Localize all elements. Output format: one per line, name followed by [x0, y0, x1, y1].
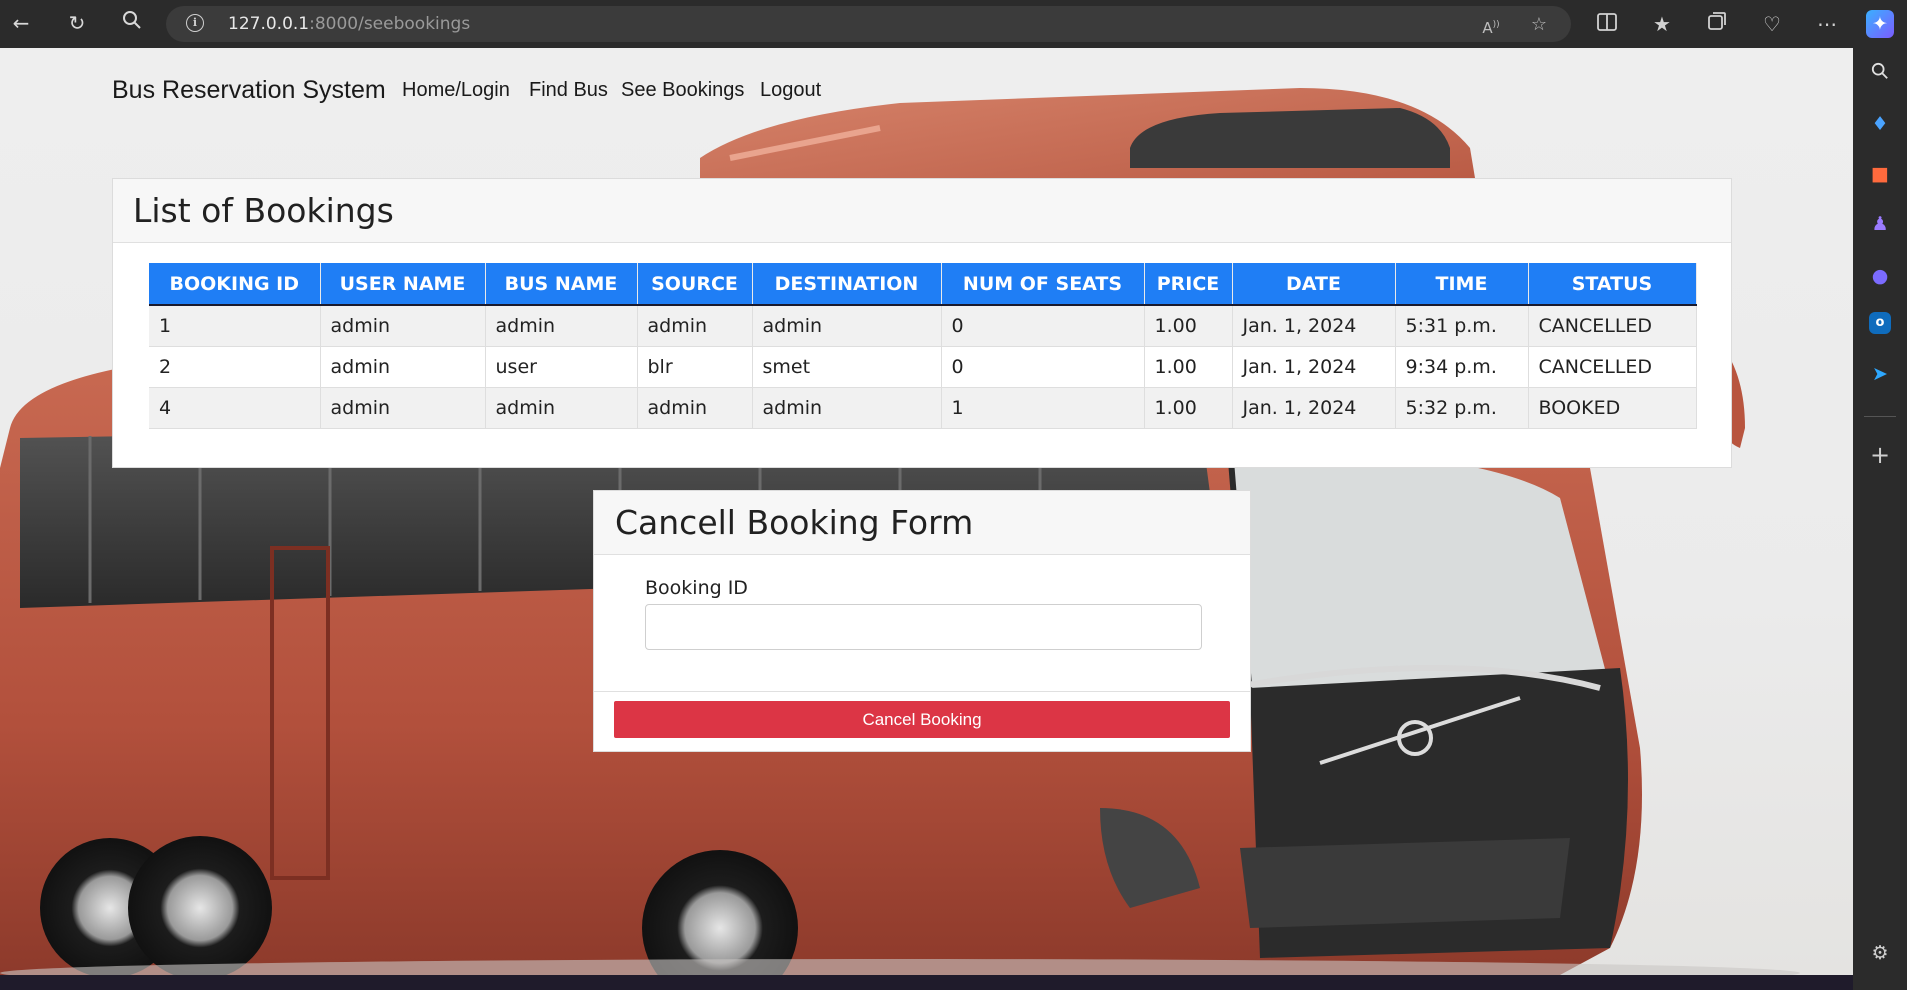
nav-home-login[interactable]: Home/Login [402, 68, 510, 112]
edge-sidebar: ✦ ♦ ■ ♟ ● o ➤ + ⚙ [1853, 0, 1907, 990]
cell-destination: admin [752, 387, 942, 429]
cell-price: 1.00 [1144, 305, 1233, 347]
cell-price: 1.00 [1144, 387, 1233, 429]
bookings-card-header: List of Bookings [113, 179, 1731, 243]
add-icon[interactable]: + [1866, 441, 1894, 469]
cell-user-name: admin [320, 387, 486, 429]
cell-destination: smet [752, 346, 942, 388]
cell-booking-id: 4 [149, 387, 321, 429]
column-header: BUS NAME [485, 263, 638, 306]
star-icon[interactable]: ☆ [1527, 13, 1551, 37]
cell-num-seats: 1 [941, 387, 1145, 429]
nav-find-bus[interactable]: Find Bus [529, 68, 608, 112]
more-icon[interactable]: ⋯ [1813, 10, 1841, 38]
search-icon[interactable] [1866, 60, 1894, 88]
outlook-icon[interactable]: o [1869, 312, 1891, 334]
column-header: TIME [1395, 263, 1529, 306]
cell-date: Jan. 1, 2024 [1232, 305, 1396, 347]
page-viewport: Bus Reservation System Home/Login Find B… [0, 48, 1853, 975]
cell-price: 1.00 [1144, 346, 1233, 388]
cell-user-name: admin [320, 346, 486, 388]
shopping-tag-icon[interactable]: ♦ [1866, 110, 1894, 138]
search-icon[interactable] [119, 10, 145, 36]
info-icon[interactable]: i [186, 14, 204, 32]
cell-booking-id: 1 [149, 305, 321, 347]
table-row: 4 admin admin admin admin 1 1.00 Jan. 1,… [149, 387, 1697, 429]
collections-icon[interactable] [1703, 10, 1731, 38]
nav-logout[interactable]: Logout [760, 68, 821, 112]
cell-date: Jan. 1, 2024 [1232, 346, 1396, 388]
browser-toolbar: ← ↻ i 127.0.0.1:8000/seebookings A)) ☆ ★… [0, 0, 1907, 48]
cell-source: admin [637, 305, 753, 347]
read-aloud-icon[interactable]: A)) [1479, 13, 1503, 37]
briefcase-icon[interactable]: ■ [1866, 160, 1894, 188]
settings-icon[interactable]: ⚙ [1866, 939, 1894, 967]
cell-user-name: admin [320, 305, 486, 347]
cell-status: CANCELLED [1528, 346, 1697, 388]
cell-num-seats: 0 [941, 305, 1145, 347]
cell-bus-name: admin [485, 387, 638, 429]
brand-link[interactable]: Bus Reservation System [112, 68, 386, 112]
column-header: SOURCE [637, 263, 753, 306]
cell-time: 5:31 p.m. [1395, 305, 1529, 347]
address-bar[interactable]: i 127.0.0.1:8000/seebookings A)) ☆ [166, 6, 1571, 42]
refresh-icon[interactable]: ↻ [64, 10, 90, 36]
cancel-booking-card: Cancell Booking Form Booking ID Cancel B… [593, 490, 1251, 752]
games-icon[interactable]: ♟ [1866, 210, 1894, 238]
split-screen-icon[interactable] [1593, 10, 1621, 38]
send-icon[interactable]: ➤ [1866, 360, 1894, 388]
back-arrow-icon[interactable]: ← [8, 10, 34, 36]
booking-id-input[interactable] [645, 604, 1202, 650]
table-row: 1 admin admin admin admin 0 1.00 Jan. 1,… [149, 305, 1697, 347]
cell-bus-name: user [485, 346, 638, 388]
sidebar-divider [1864, 416, 1896, 417]
cell-destination: admin [752, 305, 942, 347]
cancel-card-header: Cancell Booking Form [594, 491, 1250, 555]
cell-date: Jan. 1, 2024 [1232, 387, 1396, 429]
column-header: USER NAME [320, 263, 486, 306]
taskbar-edge [0, 975, 1853, 990]
cell-time: 9:34 p.m. [1395, 346, 1529, 388]
cell-booking-id: 2 [149, 346, 321, 388]
url-text[interactable]: 127.0.0.1:8000/seebookings [228, 14, 470, 34]
cell-source: admin [637, 387, 753, 429]
column-header: PRICE [1144, 263, 1233, 306]
bookings-card: List of Bookings BOOKING ID USER NAME BU… [112, 178, 1732, 468]
cell-time: 5:32 p.m. [1395, 387, 1529, 429]
column-header: DATE [1232, 263, 1396, 306]
nav-see-bookings[interactable]: See Bookings [621, 68, 744, 112]
m365-icon[interactable]: ● [1866, 262, 1894, 290]
cell-num-seats: 0 [941, 346, 1145, 388]
favorites-icon[interactable]: ★ [1648, 10, 1676, 38]
cell-status: BOOKED [1528, 387, 1697, 429]
cell-bus-name: admin [485, 305, 638, 347]
column-header: STATUS [1528, 263, 1697, 306]
column-header: BOOKING ID [149, 263, 321, 306]
cell-source: blr [637, 346, 753, 388]
cancel-form-title: Cancell Booking Form [615, 503, 974, 542]
cancel-card-footer: Cancel Booking [594, 691, 1250, 752]
booking-id-label: Booking ID [645, 577, 748, 599]
cell-status: CANCELLED [1528, 305, 1697, 347]
copilot-icon[interactable]: ✦ [1866, 10, 1894, 38]
column-header: NUM OF SEATS [941, 263, 1145, 306]
table-row: 2 admin user blr smet 0 1.00 Jan. 1, 202… [149, 346, 1697, 388]
table-header-row: BOOKING ID USER NAME BUS NAME SOURCE DES… [149, 263, 1697, 306]
bookings-title: List of Bookings [133, 191, 394, 230]
bookings-table: BOOKING ID USER NAME BUS NAME SOURCE DES… [149, 263, 1697, 429]
browser-essentials-icon[interactable]: ♡ [1758, 10, 1786, 38]
column-header: DESTINATION [752, 263, 942, 306]
cancel-booking-button[interactable]: Cancel Booking [614, 701, 1230, 738]
